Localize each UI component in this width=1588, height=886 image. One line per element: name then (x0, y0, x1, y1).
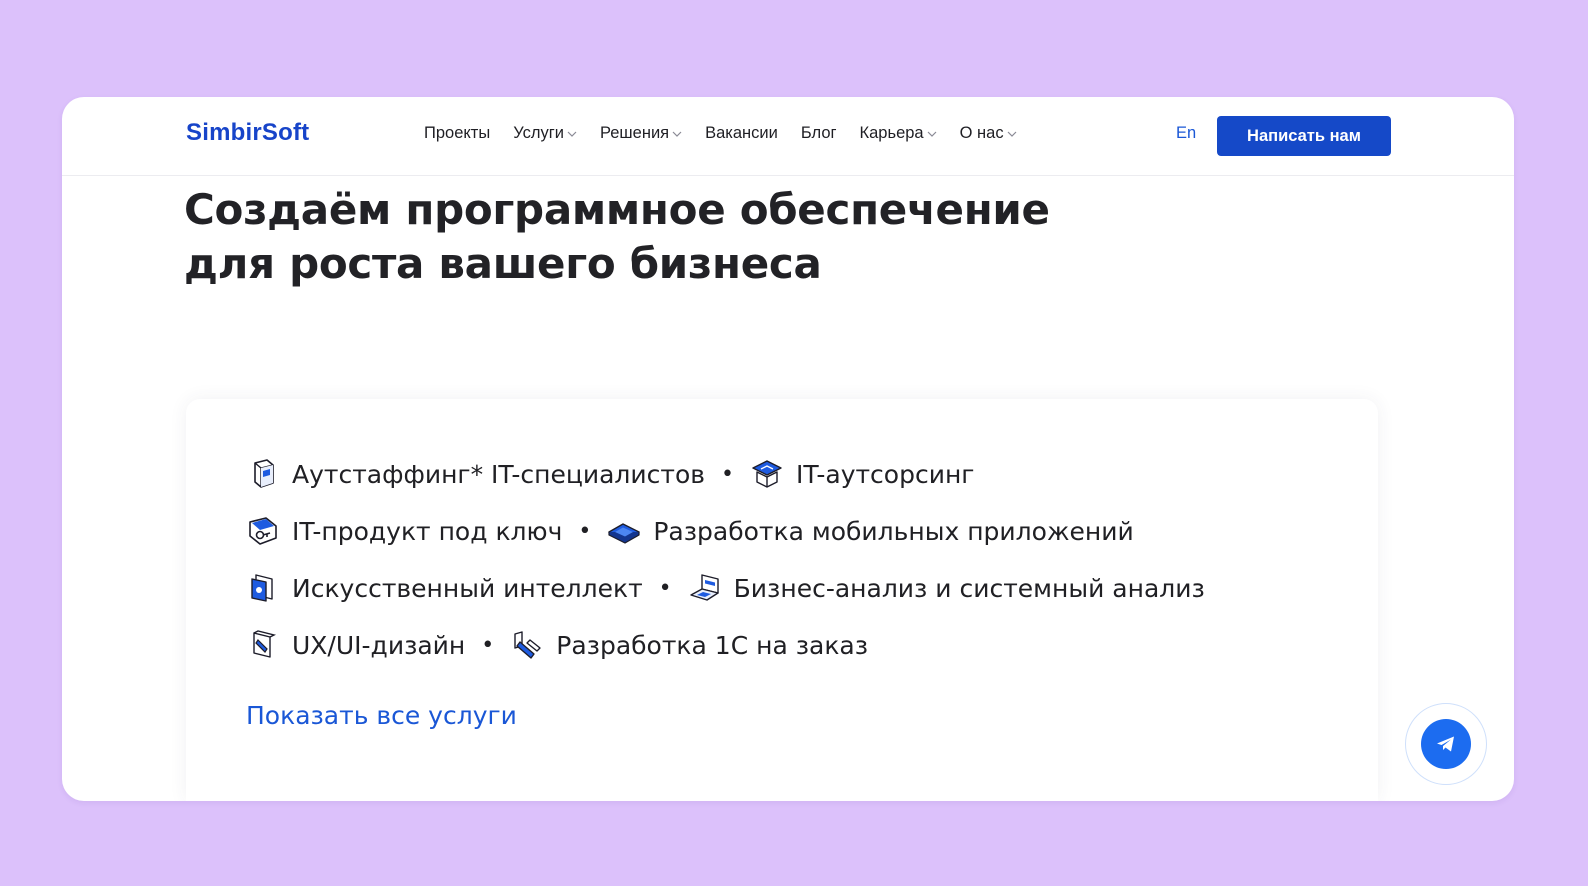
service-label: Аутстаффинг* IT-специалистов (292, 459, 706, 489)
browser-page: SimbirSoft Проекты Услуги Решения Ваканс… (62, 97, 1514, 801)
language-switch[interactable]: En (1176, 124, 1196, 143)
telegram-icon (1437, 736, 1454, 752)
code-tool-icon (514, 631, 541, 659)
nav-item-label: Проекты (424, 124, 491, 142)
services-row: Искусственный интеллект • Бизнес-анализ … (246, 571, 1205, 605)
main-nav: Проекты Услуги Решения Вакансии Блог Кар… (424, 124, 1040, 143)
contact-us-button[interactable]: Написать нам (1217, 116, 1391, 156)
service-label: IT-аутсорсинг (796, 459, 975, 489)
service-outstaffing[interactable]: Аутстаффинг* IT-специалистов (246, 457, 705, 491)
chevron-down-icon (672, 131, 682, 137)
service-business-analysis[interactable]: Бизнес-анализ и системный анализ (688, 571, 1205, 605)
chevron-down-icon (567, 131, 577, 137)
nav-item-career[interactable]: Карьера (860, 124, 937, 143)
nav-item-label: Решения (599, 124, 670, 142)
nav-item-blog[interactable]: Блог (801, 124, 837, 143)
show-all-services-link[interactable]: Показать все услуги (246, 701, 517, 730)
services-row: Аутстаффинг* IT-специалистов • IT-аутсор… (246, 457, 974, 491)
nav-item-solutions[interactable]: Решения (600, 124, 682, 143)
service-label: UX/UI-дизайн (292, 630, 466, 660)
service-label: Разработка 1С на заказ (556, 630, 869, 660)
nav-item-label: Блог (800, 124, 837, 142)
separator-dot: • (658, 575, 672, 601)
separator-dot: • (578, 518, 592, 544)
service-ux-ui-design[interactable]: UX/UI-дизайн (246, 628, 465, 662)
separator-dot: • (481, 632, 495, 658)
nav-item-services[interactable]: Услуги (513, 124, 577, 143)
nav-item-label: Вакансии (705, 124, 778, 142)
service-label: Разработка мобильных приложений (653, 516, 1134, 546)
services-row: IT-продукт под ключ • Разработка мобильн… (246, 514, 1134, 548)
page-title-line-2: для роста вашего бизнеса (184, 239, 822, 288)
page-title-line-1: Создаём программное обеспечение (184, 185, 1050, 234)
nav-item-label: Услуги (513, 124, 564, 142)
telegram-button-inner (1421, 719, 1471, 769)
service-label: Бизнес-анализ и системный анализ (733, 573, 1205, 603)
nav-item-projects[interactable]: Проекты (424, 124, 490, 143)
chevron-down-icon (927, 131, 937, 137)
design-pen-icon (253, 630, 277, 658)
telegram-button[interactable] (1405, 703, 1487, 785)
service-label: IT-продукт под ключ (292, 516, 563, 546)
logo[interactable]: SimbirSoft (186, 119, 309, 147)
service-label: Искусственный интеллект (292, 573, 643, 603)
nav-item-label: О нас (959, 124, 1004, 142)
smartphone-icon (608, 523, 641, 544)
service-mobile-development[interactable]: Разработка мобильных приложений (607, 514, 1134, 548)
laptop-chart-icon (689, 574, 719, 601)
service-it-outsourcing[interactable]: IT-аутсорсинг (750, 457, 974, 491)
ai-shield-icon (251, 574, 273, 602)
box-stack-icon (752, 460, 782, 488)
service-1c-development[interactable]: Разработка 1С на заказ (510, 628, 868, 662)
nav-item-about[interactable]: О нас (960, 124, 1017, 143)
separator-dot: • (721, 461, 734, 487)
key-device-icon (249, 517, 277, 545)
service-turnkey-product[interactable]: IT-продукт под ключ (246, 514, 562, 548)
services-card: Аутстаффинг* IT-специалистов • IT-аутсор… (186, 399, 1378, 801)
service-ai[interactable]: Искусственный интеллект (246, 571, 643, 605)
page-title: Создаём программное обеспечение для рост… (184, 183, 1164, 291)
services-row: UX/UI-дизайн • Разработка 1С на заказ (246, 628, 868, 662)
puzzle-cube-icon (254, 459, 274, 488)
chevron-down-icon (1007, 131, 1017, 137)
nav-item-label: Карьера (859, 124, 924, 142)
nav-item-vacancies[interactable]: Вакансии (705, 124, 778, 143)
site-header: SimbirSoft Проекты Услуги Решения Ваканс… (62, 97, 1514, 176)
